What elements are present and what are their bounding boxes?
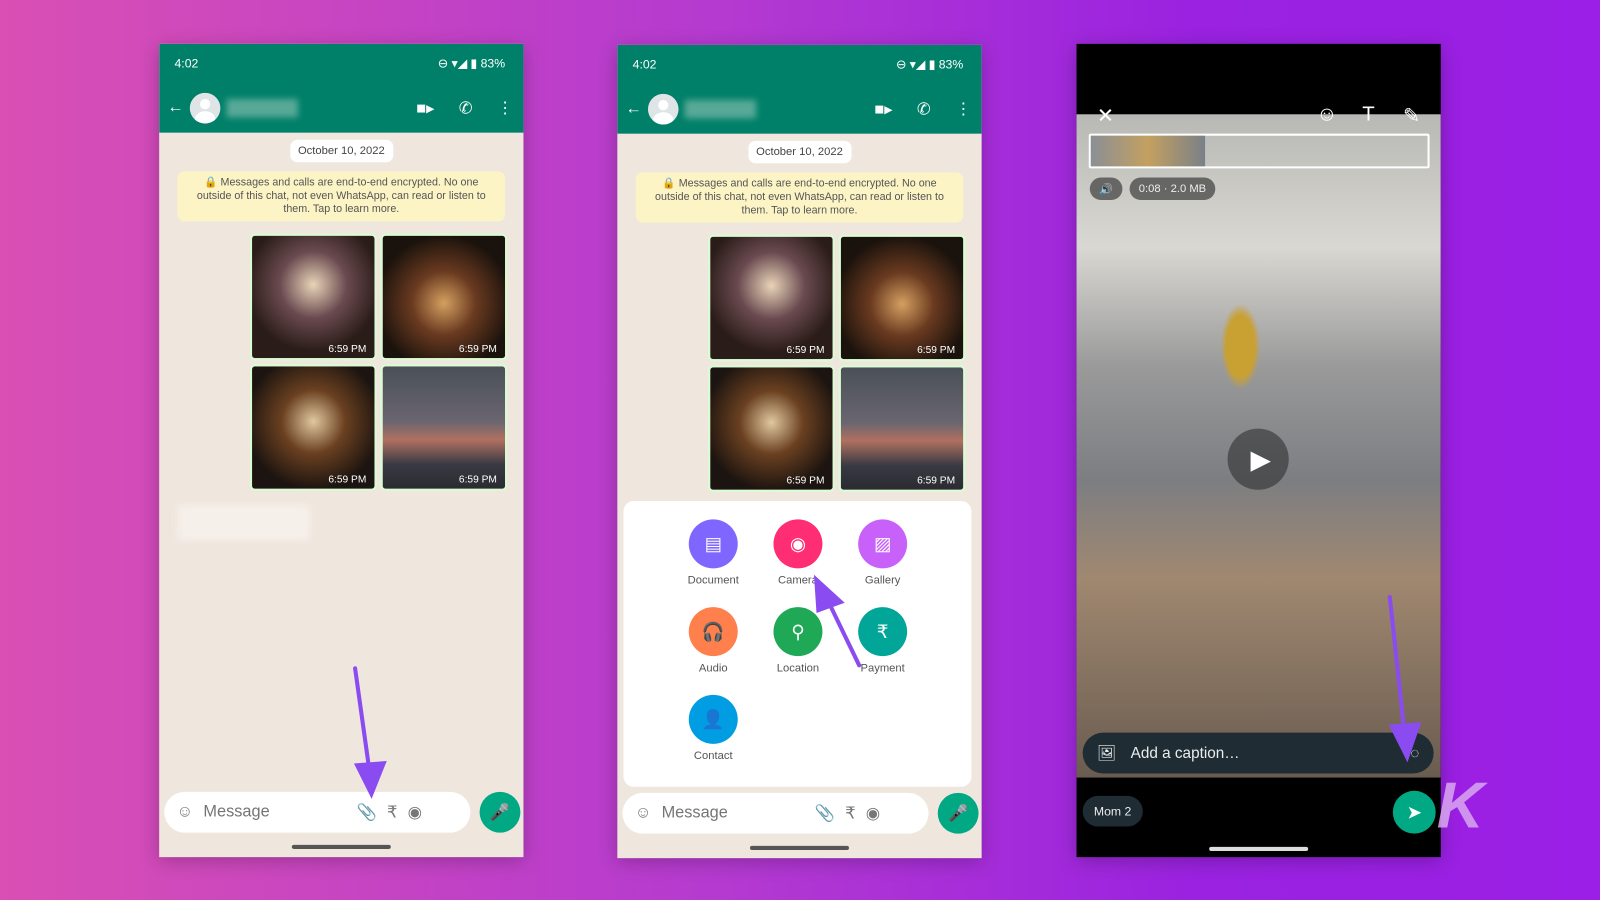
annotation-arrows (353, 574, 1422, 799)
watermark-logo: K (1436, 768, 1484, 842)
arrow-to-camera (826, 599, 862, 668)
tutorial-collage: 4:02 ⊖ ▾◢ ▮ 83% ← ■▸ ✆ ⋮ October 10, 2022 🔒… (0, 0, 1600, 900)
arrowhead (813, 574, 845, 614)
arrowhead (1388, 722, 1422, 763)
arrowhead (353, 760, 387, 799)
arrow-to-attach (353, 666, 372, 773)
arrow-to-view-once (1387, 594, 1407, 732)
